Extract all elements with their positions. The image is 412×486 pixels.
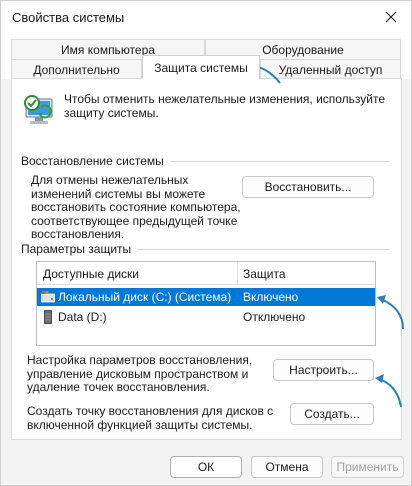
tab-computer-name-label: Имя компьютера bbox=[61, 42, 155, 57]
column-drives[interactable]: Доступные диски bbox=[43, 267, 139, 281]
ok-button-label: ОК bbox=[197, 460, 215, 474]
drive-row-d[interactable]: Data (D:) Отключено bbox=[37, 308, 375, 326]
system-drive-icon bbox=[41, 291, 55, 303]
drive-row-c[interactable]: Локальный диск (C:) (Система) Включено bbox=[37, 288, 375, 306]
apply-button-label: Применить bbox=[336, 460, 399, 474]
annotation-arrow-drive bbox=[377, 295, 404, 330]
system-protection-panel: Чтобы отменить нежелательные изменения, … bbox=[11, 78, 402, 440]
configure-description: Настройка параметров восстановления, упр… bbox=[27, 353, 253, 394]
restore-group-title: Восстановление системы bbox=[21, 154, 170, 168]
tab-system-protection[interactable]: Защита системы bbox=[142, 55, 260, 79]
configure-button-label: Настроить... bbox=[289, 363, 358, 377]
restore-description: Для отмены нежелательных изменений систе… bbox=[31, 173, 241, 241]
drive-status: Включено bbox=[243, 290, 299, 304]
cancel-button[interactable]: Отмена bbox=[251, 456, 323, 478]
drive-status: Отключено bbox=[243, 310, 306, 324]
tab-advanced[interactable]: Дополнительно bbox=[11, 59, 142, 79]
title-bar: Свойства системы bbox=[1, 1, 411, 35]
create-button-label: Создать... bbox=[304, 407, 360, 421]
system-properties-window: Свойства системы Имя компьютера Оборудов… bbox=[0, 0, 412, 486]
column-divider bbox=[237, 262, 238, 284]
drive-name: Локальный диск (C:) (Система) bbox=[58, 290, 232, 304]
tab-strip: Имя компьютера Оборудование Дополнительн… bbox=[1, 35, 411, 79]
configure-button[interactable]: Настроить... bbox=[273, 359, 374, 381]
window-title: Свойства системы bbox=[12, 10, 125, 25]
annotation-arrow-configure bbox=[375, 374, 402, 408]
intro-text: Чтобы отменить нежелательные изменения, … bbox=[64, 92, 386, 120]
ok-button[interactable]: ОК bbox=[170, 456, 242, 478]
create-description: Создать точку восстановления для дисков … bbox=[27, 404, 274, 432]
cancel-button-label: Отмена bbox=[265, 460, 309, 474]
system-protection-icon bbox=[24, 95, 53, 124]
drive-name: Data (D:) bbox=[58, 310, 107, 324]
tab-remote-label: Удаленный доступ bbox=[278, 62, 383, 77]
column-protection[interactable]: Защита bbox=[243, 267, 286, 281]
drive-icon bbox=[44, 310, 52, 324]
drive-list-header: Доступные диски Защита bbox=[37, 262, 375, 285]
restore-button-label: Восстановить... bbox=[264, 180, 352, 194]
restore-button[interactable]: Восстановить... bbox=[242, 176, 374, 198]
drive-list[interactable]: Доступные диски Защита Локальный диск (C… bbox=[36, 261, 376, 346]
tab-advanced-label: Дополнительно bbox=[33, 62, 120, 77]
create-button[interactable]: Создать... bbox=[290, 403, 374, 425]
tab-system-protection-label: Защита системы bbox=[154, 60, 248, 75]
apply-button[interactable]: Применить bbox=[331, 456, 404, 478]
close-button[interactable] bbox=[371, 1, 411, 33]
protection-group-title: Параметры защиты bbox=[21, 242, 138, 256]
close-icon bbox=[385, 11, 397, 23]
